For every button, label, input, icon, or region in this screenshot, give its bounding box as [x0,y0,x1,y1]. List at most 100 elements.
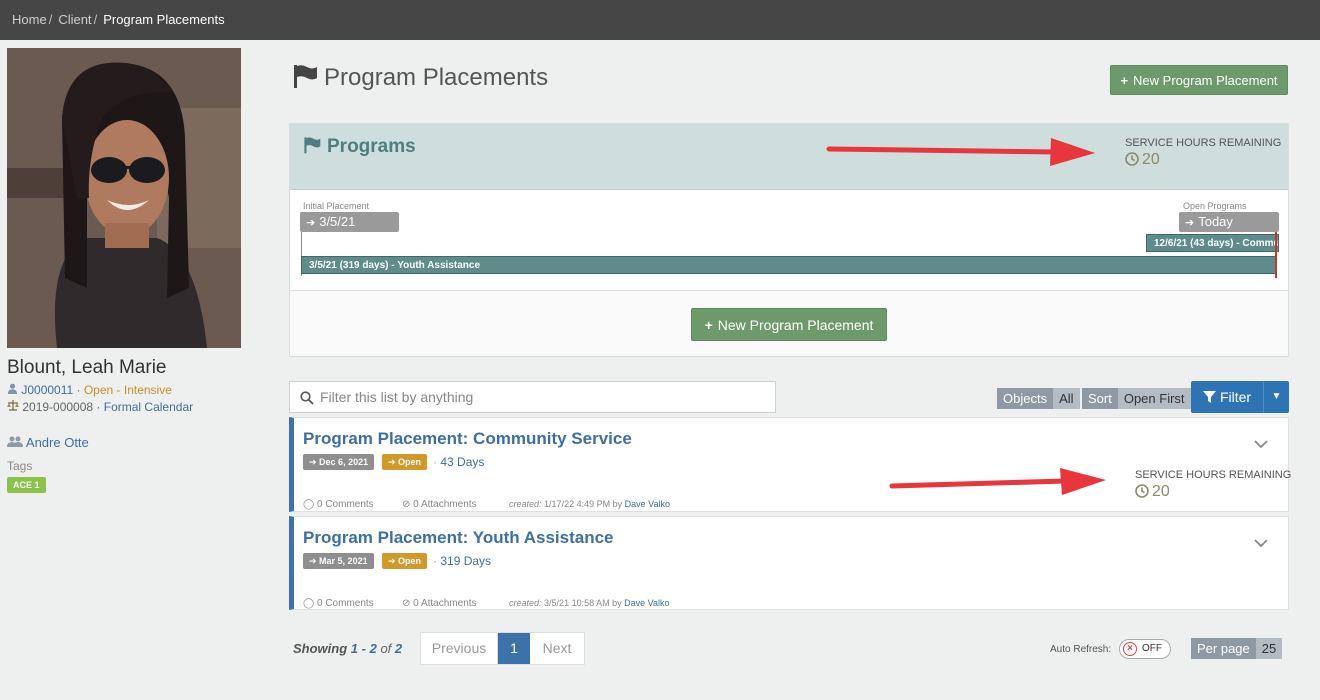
scales-icon [7,400,19,414]
client-case-row: 2019-000008 · Formal Calendar [7,400,193,414]
calendar-link[interactable]: Formal Calendar [104,400,193,414]
sign-in-icon: ➔ [309,556,320,566]
sign-in-icon: ➔ [306,217,316,229]
top-bar: Home / Client / Program Placements [0,0,1320,40]
showing-count: Showing 1 - 2 of 2 [293,641,402,656]
client-name: Blount, Leah Marie [7,357,167,378]
comments-count[interactable]: ◯ 0 Comments [303,499,374,510]
placement-card-community-service[interactable]: Program Placement: Community Service ➔ D… [289,417,1291,512]
sort-value[interactable]: Open First [1117,388,1191,409]
showing-to: 2 [369,641,377,656]
objects-value[interactable]: All [1053,388,1080,409]
showing-of: of [376,641,395,656]
sign-out-icon: ➔ [1185,217,1195,229]
per-page-selector[interactable]: Per page 25 [1191,638,1283,659]
service-hours-number: 20 [1142,151,1160,168]
tags-label: Tags [7,459,33,473]
comments-count[interactable]: ◯ 0 Comments [303,598,374,609]
badge-text: Mar 5, 2021 [319,556,368,566]
initial-placement-chip: ➔ 3/5/21 [300,212,399,232]
paperclip-icon: ⊘ [402,598,414,609]
programs-title-text: Programs [327,136,416,157]
attachments-text: 0 Attachments [413,598,477,609]
card-title[interactable]: Program Placement: Youth Assistance [303,528,614,548]
page-title-text: Program Placements [324,64,549,91]
attachments-count[interactable]: ⊘ 0 Attachments [402,499,477,510]
client-id-row: J0000011 · Open - Intensive [7,383,172,397]
days-text: 319 Days [440,554,492,568]
open-programs-label: Open Programs [1183,201,1247,211]
days-text: 43 Days [440,455,485,469]
programs-panel: Programs SERVICE HOURS REMAINING 20 Init… [289,123,1289,357]
objects-label[interactable]: Objects [997,388,1054,409]
sort-toggle[interactable]: Sort Open First [1082,388,1191,409]
annotation-arrow [889,468,1106,495]
search-field[interactable] [289,381,776,413]
next-button[interactable]: Next [530,633,584,664]
showing-dash: - [358,641,370,656]
showing-total: 2 [394,641,403,656]
new-program-placement-button[interactable]: + New Program Placement [1110,65,1288,95]
breadcrumb-client[interactable]: Client [58,12,91,27]
created-by-link[interactable]: Dave Valko [625,499,670,509]
flag-icon [303,136,327,157]
worker-row: Andre Otte [7,435,89,450]
created-text: 3/5/21 10:58 AM by [544,598,622,608]
sign-out-icon: ➔ [388,457,399,467]
client-photo [7,48,241,348]
filter-dropdown-caret[interactable]: ▼ [1263,381,1289,413]
showing-from: 1 [350,641,359,656]
filter-main[interactable]: Filter [1191,381,1263,413]
worker-link[interactable]: Andre Otte [26,435,89,450]
open-programs-chip: ➔ Today [1179,212,1279,232]
placement-card-youth-assistance[interactable]: Program Placement: Youth Assistance ➔ Ma… [289,516,1289,610]
chevron-down-icon[interactable] [1254,535,1268,553]
filter-icon [1202,389,1220,405]
created-text: 1/17/22 4:49 PM by [544,499,623,509]
client-id-link[interactable]: J0000011 [21,383,73,397]
search-input[interactable] [320,387,760,407]
breadcrumb: Home / Client / Program Placements [12,12,225,27]
sign-in-icon: ➔ [309,457,320,467]
status-badge: ➔ Open [382,454,428,470]
flag-icon [292,64,324,91]
attachments-count[interactable]: ⊘ 0 Attachments [402,598,477,609]
created-by-link[interactable]: Dave Valko [624,598,669,608]
objects-toggle[interactable]: Objects All [997,388,1080,409]
date-badge: ➔ Dec 6, 2021 [303,454,375,470]
service-hours-value: 20 [1135,483,1291,501]
breadcrumb-current: Program Placements [103,12,225,27]
button-label: New Program Placement [717,316,874,333]
service-hours-value: 20 [1125,151,1281,169]
user-icon [7,383,18,397]
service-hours-label: SERVICE HOURS REMAINING [1125,137,1282,149]
timeline-bar-youth-assistance[interactable]: 3/5/21 (319 days) - Youth Assistance [301,256,1277,274]
filter-button[interactable]: Filter ▼ [1191,381,1289,413]
auto-refresh-toggle[interactable]: × OFF [1119,639,1171,659]
card-service-hours-remaining: SERVICE HOURS REMAINING 20 [1135,469,1291,501]
sort-label[interactable]: Sort [1082,388,1118,409]
created-label: created: [509,499,542,509]
filter-label: Filter [1219,389,1252,405]
per-page-value[interactable]: 25 [1255,638,1283,659]
chevron-down-icon[interactable] [1254,436,1268,454]
timeline-today-line [1275,232,1277,278]
program-timeline: Initial Placement ➔ 3/5/21 Open Programs … [290,190,1288,291]
per-page-label[interactable]: Per page [1191,638,1256,659]
page-1-button[interactable]: 1 [498,633,530,664]
separator: · [93,400,104,414]
service-hours-label: SERVICE HOURS REMAINING [1135,469,1292,481]
card-title[interactable]: Program Placement: Community Service [303,429,632,449]
previous-button[interactable]: Previous [421,633,498,664]
close-icon: × [1123,642,1137,656]
tag-badge[interactable]: ACE 1 [7,477,46,493]
timeline-bar-community-service[interactable]: 12/6/21 (43 days) - Community Service [1146,234,1279,252]
showing-label: Showing [293,641,348,656]
breadcrumb-separator: / [48,12,53,27]
new-program-placement-button-panel[interactable]: + New Program Placement [691,308,887,341]
pagination: Previous 1 Next [420,632,585,665]
breadcrumb-home[interactable]: Home [12,12,47,27]
service-hours-remaining: SERVICE HOURS REMAINING 20 [1125,137,1281,169]
comment-icon: ◯ [303,499,317,510]
attachments-text: 0 Attachments [413,499,477,510]
